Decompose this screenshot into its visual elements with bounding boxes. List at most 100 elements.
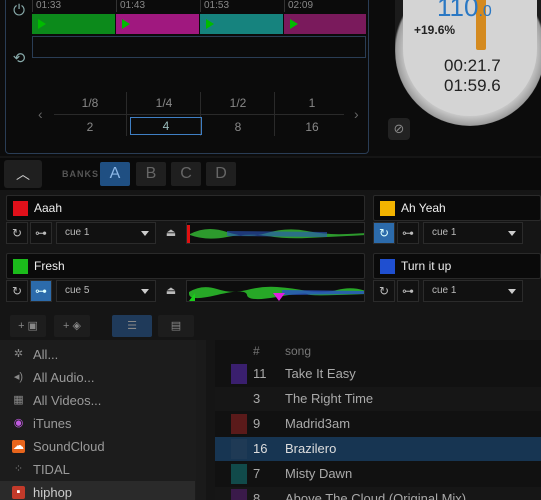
clip-time: 02:09	[284, 0, 368, 12]
sync-button[interactable]: ↻	[6, 222, 28, 244]
folder-icon: ▪	[12, 486, 25, 499]
cue-select[interactable]: cue 1	[56, 222, 156, 244]
sidebar-item-label: All...	[33, 347, 59, 362]
slot-name: Ah Yeah	[401, 201, 446, 215]
gear-icon: ✲	[13, 348, 24, 360]
slot-color-swatch	[380, 259, 395, 274]
bank-b-button[interactable]: B	[136, 162, 166, 186]
clip-time-row: 01:33 01:43 01:53 02:09	[32, 0, 368, 12]
sidebar-item-all-videos[interactable]: ▦ All Videos...	[0, 389, 195, 412]
loop-icon[interactable]: ⟲	[8, 48, 30, 70]
bank-a-button[interactable]: A	[100, 162, 130, 186]
loop-button[interactable]: ⊶	[397, 222, 419, 244]
sidebar-item-hiphop[interactable]: ▪ hiphop	[0, 481, 195, 500]
table-row[interactable]: 11 Take It Easy	[215, 362, 541, 386]
sidebar-item-label: All Videos...	[33, 393, 102, 408]
clip-row	[32, 14, 368, 34]
sidebar-item-soundcloud[interactable]: ☁ SoundCloud	[0, 435, 195, 458]
beat-option[interactable]: 16	[276, 120, 348, 134]
cue-select[interactable]: cue 1	[423, 222, 523, 244]
clip-magenta[interactable]	[116, 14, 199, 34]
track-song: Madrid3am	[285, 416, 351, 431]
sidebar-item-label: hiphop	[33, 485, 73, 500]
divider	[274, 92, 275, 136]
sidebar-scrollbar[interactable]	[196, 340, 206, 500]
sync-button[interactable]: ↻	[373, 222, 395, 244]
slot-name: Turn it up	[401, 259, 452, 273]
cue-select-value: cue 5	[65, 285, 90, 296]
waveform[interactable]	[186, 222, 365, 244]
browser-sidebar: ✲ All... ◂) All Audio... ▦ All Videos... ◉ i…	[0, 340, 206, 500]
banks-bar: ︿ BANKS A B C D	[0, 158, 541, 190]
list-view-button[interactable]: ☰	[112, 315, 152, 337]
clip-time: 01:43	[116, 0, 200, 12]
chevron-up-icon: ︿	[16, 166, 30, 182]
table-row[interactable]: 3 The Right Time	[215, 387, 541, 411]
chevron-left-icon[interactable]: ‹	[38, 106, 43, 122]
beat-option[interactable]: 1/8	[54, 96, 126, 110]
slot-header[interactable]: Aaah	[6, 195, 365, 221]
sidebar-item-itunes[interactable]: ◉ iTunes	[0, 412, 195, 435]
browser-toolbar: + ▣ + ◈ ☰ ▤	[0, 310, 541, 340]
add-filter-icon: + ◈	[63, 320, 81, 332]
power-icon[interactable]: ⏻	[8, 0, 30, 22]
loop-button[interactable]: ⊶	[30, 222, 52, 244]
sync-button[interactable]: ↻	[6, 280, 28, 302]
chevron-right-icon[interactable]: ›	[354, 106, 359, 122]
track-song: Misty Dawn	[285, 466, 353, 481]
slot-header[interactable]: Turn it up	[373, 253, 541, 279]
beat-option[interactable]: 1	[276, 96, 348, 110]
track-list: # song 11 Take It Easy 3 The Right Time …	[215, 340, 541, 500]
beat-option[interactable]: 1/2	[202, 96, 274, 110]
add-folder-button[interactable]: + ▣	[10, 315, 46, 337]
loop-button[interactable]: ⊶	[397, 280, 419, 302]
clip-purple[interactable]	[284, 14, 366, 34]
eject-icon: ⏏	[165, 227, 177, 239]
clip-empty-row[interactable]	[32, 36, 366, 58]
detail-view-button[interactable]: ▤	[158, 315, 194, 337]
table-row-selected[interactable]: 16 Brazilero	[215, 437, 541, 461]
divider	[126, 92, 127, 136]
add-filter-button[interactable]: + ◈	[54, 315, 90, 337]
bank-c-button[interactable]: C	[171, 162, 201, 186]
beat-option[interactable]: 1/4	[128, 96, 200, 110]
slot-color-swatch	[13, 259, 28, 274]
beat-option-selected[interactable]: 4	[130, 117, 202, 135]
loop-button[interactable]: ⊶	[30, 280, 52, 302]
slot-header[interactable]: Ah Yeah	[373, 195, 541, 221]
track-color	[231, 464, 247, 484]
play-icon	[290, 19, 298, 29]
table-row[interactable]: 8 Above The Cloud (Original Mix)	[215, 487, 541, 500]
track-num: 8	[253, 491, 261, 500]
track-list-header: # song	[215, 340, 541, 362]
beat-option[interactable]: 2	[54, 120, 126, 134]
jog-wheel[interactable]: 110.0 +19.6% 00:21.7 01:59.6	[395, 0, 541, 126]
track-song: The Right Time	[285, 391, 374, 406]
clip-teal[interactable]	[200, 14, 283, 34]
cue-select[interactable]: cue 1	[423, 280, 523, 302]
detail-view-icon: ▤	[170, 320, 182, 332]
elapsed-time: 00:21.7	[444, 56, 501, 75]
column-song[interactable]: song	[285, 344, 311, 358]
sample-slot-1: Aaah ↻ ⊶ cue 1 ⏏	[6, 195, 366, 247]
beat-option[interactable]: 8	[202, 120, 274, 134]
eject-button[interactable]: ⏏	[160, 222, 182, 244]
waveform[interactable]	[186, 280, 365, 302]
sidebar-item-tidal[interactable]: ⁘ TIDAL	[0, 458, 195, 481]
eject-button[interactable]: ⏏	[160, 280, 182, 302]
sidebar-item-all[interactable]: ✲ All...	[0, 343, 195, 366]
table-row[interactable]: 7 Misty Dawn	[215, 462, 541, 486]
slot-name: Aaah	[34, 201, 63, 215]
slot-header[interactable]: Fresh	[6, 253, 365, 279]
column-num[interactable]: #	[253, 344, 260, 358]
track-num: 3	[253, 391, 261, 406]
sync-button[interactable]: ↻	[373, 280, 395, 302]
clip-green[interactable]	[32, 14, 115, 34]
cue-select[interactable]: cue 5	[56, 280, 156, 302]
refresh-icon: ↻	[378, 226, 390, 240]
collapse-button[interactable]: ︿	[4, 160, 42, 188]
table-row[interactable]: 9 Madrid3am	[215, 412, 541, 436]
sync-icon[interactable]: ⊘	[388, 118, 410, 140]
sidebar-item-all-audio[interactable]: ◂) All Audio...	[0, 366, 195, 389]
bank-d-button[interactable]: D	[206, 162, 236, 186]
